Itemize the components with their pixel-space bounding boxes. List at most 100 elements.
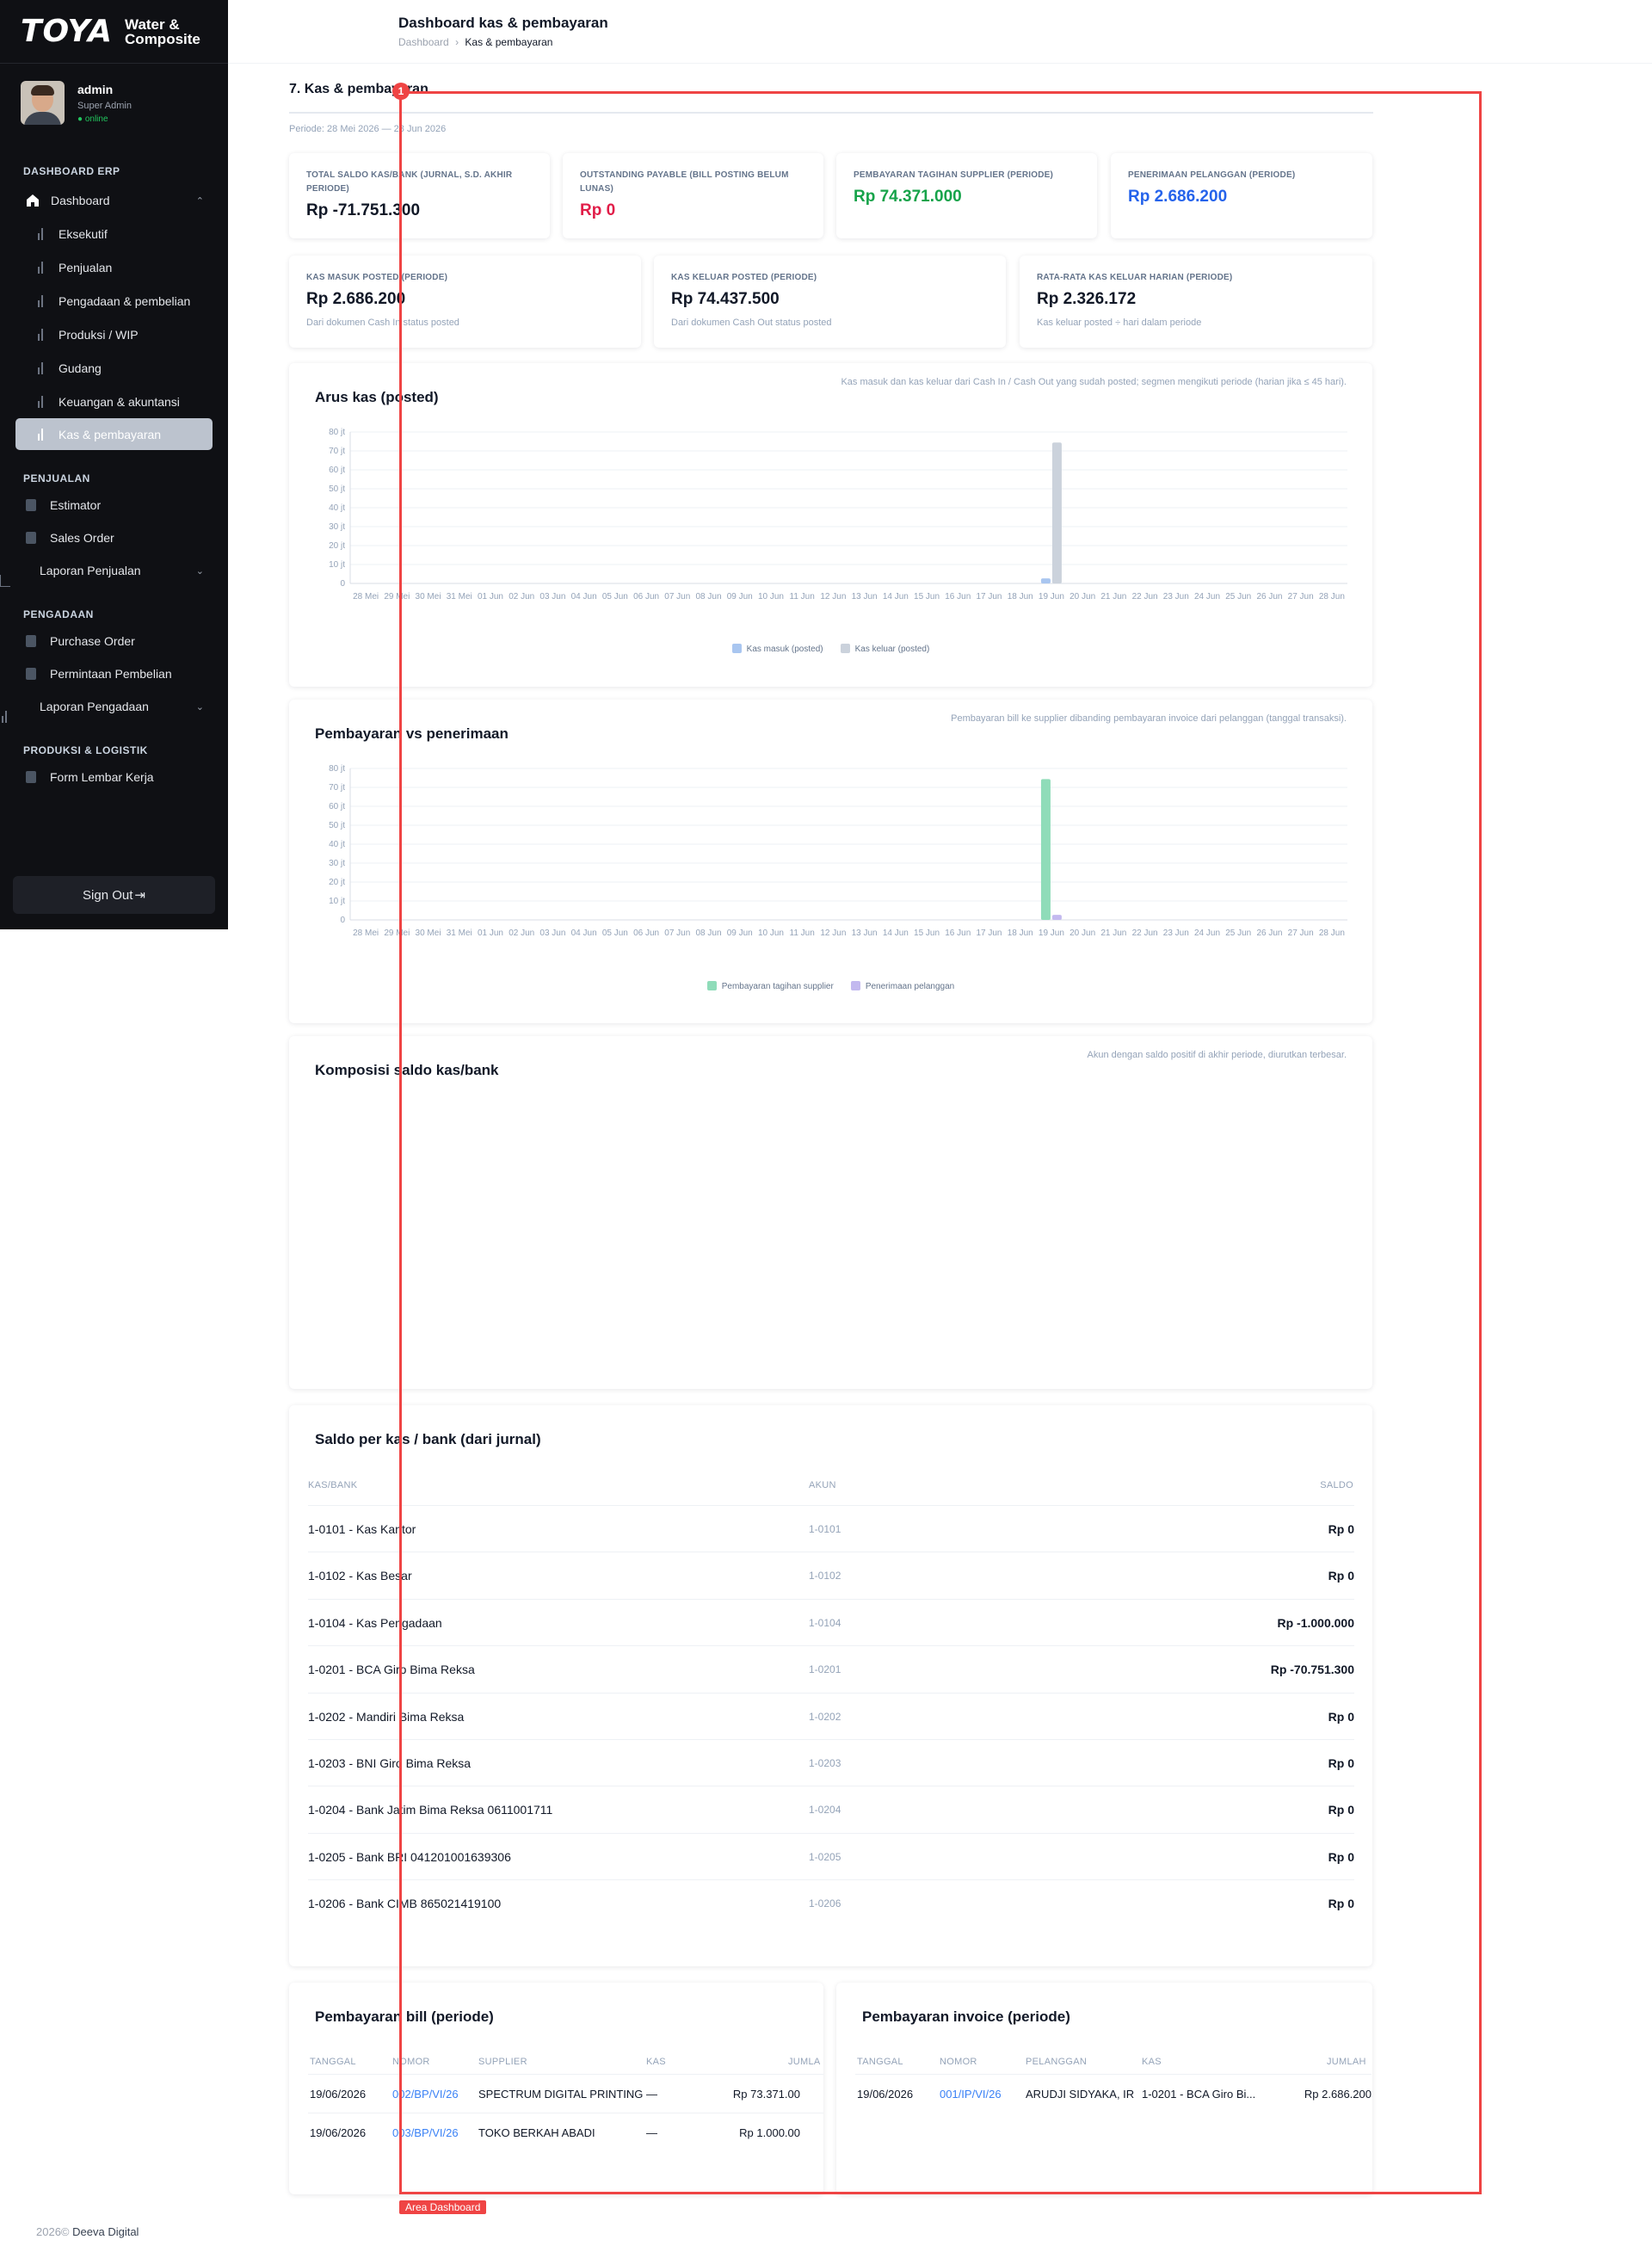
sidebar-item-label: Kas & pembayaran — [59, 427, 162, 441]
table-row[interactable]: 19/06/2026 001/IP/VI/26 ARUDJI SIDYAKA, IR… — [855, 2074, 1372, 2113]
sidebar-item-sales-order[interactable]: Sales Order — [0, 521, 228, 554]
sidebar-item-laporan-penjualan[interactable]: Laporan Penjualan ⌄ — [0, 554, 228, 587]
x-tick-label: 21 Jun — [1100, 929, 1126, 938]
column-header[interactable]: AKUN — [809, 1480, 836, 1490]
column-header[interactable]: NOMOR — [392, 2057, 430, 2067]
sidebar-item-estimator[interactable]: Estimator — [0, 489, 228, 521]
sign-out-icon: ⇥ — [134, 888, 145, 903]
column-header[interactable]: JUMLA — [788, 2057, 821, 2067]
legend-item[interactable]: Kas keluar (posted) — [840, 644, 929, 654]
cell-nomor[interactable]: 003/BP/VI/26 — [392, 2126, 459, 2139]
x-tick-label: 04 Jun — [571, 929, 597, 938]
kpi-card-outstanding-payable: OUTSTANDING PAYABLE (BILL POSTING BELUM … — [563, 153, 823, 238]
cell-tanggal: 19/06/2026 — [857, 2088, 914, 2101]
cell-nomor[interactable]: 001/IP/VI/26 — [940, 2088, 1002, 2101]
cell-nomor[interactable]: 002/BP/VI/26 — [392, 2088, 459, 2101]
x-tick-label: 12 Jun — [820, 929, 846, 938]
footer-company[interactable]: Deeva Digital — [72, 2225, 139, 2238]
cell-akun: 1-0201 — [809, 1663, 841, 1676]
column-header[interactable]: KAS — [1142, 2057, 1162, 2067]
kpi-value: Rp 74.371.000 — [854, 188, 962, 206]
table-row[interactable]: 19/06/2026 003/BP/VI/26 TOKO BERKAH ABADI —… — [308, 2113, 823, 2151]
sidebar-item-dashboard[interactable]: Dashboard ⌃ — [0, 184, 228, 217]
column-header[interactable]: SALDO — [1320, 1480, 1353, 1490]
x-tick-label: 23 Jun — [1163, 929, 1189, 938]
sidebar-item-produksi-wip[interactable]: Produksi / WIP — [0, 318, 228, 351]
y-tick-label: 40 jt — [329, 503, 345, 513]
chart-legend: Kas masuk (posted) Kas keluar (posted) — [289, 644, 1372, 654]
sidebar-item-purchase-order[interactable]: Purchase Order — [0, 625, 228, 657]
sidebar-item-permintaan-pembelian[interactable]: Permintaan Pembelian — [0, 657, 228, 690]
table-row[interactable]: 1-0202 - Mandiri Bima Reksa 1-0202 Rp 0 — [308, 1692, 1354, 1739]
x-tick-label: 04 Jun — [571, 592, 597, 602]
chart-title: Pembayaran vs penerimaan — [315, 725, 509, 742]
legend-item[interactable]: Pembayaran tagihan supplier — [706, 981, 834, 991]
x-tick-label: 06 Jun — [633, 929, 659, 938]
x-tick-label: 24 Jun — [1194, 929, 1220, 938]
column-header[interactable]: TANGGAL — [857, 2057, 903, 2067]
cell-akun: 1-0101 — [809, 1523, 841, 1535]
x-tick-label: 28 Mei — [353, 929, 379, 938]
table-row[interactable]: 1-0102 - Kas Besar 1-0102 Rp 0 — [308, 1552, 1354, 1598]
sidebar-item-penjualan-dashboard[interactable]: Penjualan — [0, 250, 228, 284]
chart-icon — [36, 428, 46, 441]
x-tick-label: 26 Jun — [1256, 929, 1282, 938]
x-tick-label: 13 Jun — [852, 592, 878, 602]
bar-penerimaan-pelanggan — [1051, 915, 1062, 920]
brand[interactable]: TOYA Water & Composite — [0, 0, 228, 64]
breadcrumb-current: Kas & pembayaran — [465, 36, 553, 48]
table-row[interactable]: 1-0205 - Bank BRI 041201001639306 1-0205 R… — [308, 1832, 1354, 1879]
section-title: 7. Kas & pembayaran — [289, 82, 428, 96]
table-row[interactable]: 1-0201 - BCA Giro Bima Reksa 1-0201 Rp -70… — [308, 1645, 1354, 1692]
column-header[interactable]: TANGGAL — [310, 2057, 356, 2067]
cell-saldo: Rp 0 — [1328, 1756, 1354, 1770]
user-profile[interactable]: admin Super Admin ● online — [0, 64, 228, 150]
column-header[interactable]: NOMOR — [940, 2057, 977, 2067]
sidebar-item-laporan-pengadaan[interactable]: Laporan Pengadaan ⌄ — [0, 690, 228, 723]
sidebar-item-form-lembar-kerja[interactable]: Form Lembar Kerja — [0, 761, 228, 793]
sidebar-item-label: Produksi / WIP — [59, 327, 139, 342]
x-tick-label: 26 Jun — [1256, 592, 1282, 602]
kpi-label: KAS KELUAR POSTED (PERIODE) — [671, 273, 817, 282]
column-header[interactable]: KAS — [646, 2057, 666, 2067]
table-row[interactable]: 1-0204 - Bank Jatim Bima Reksa 061100171… — [308, 1786, 1354, 1832]
breadcrumb-root[interactable]: Dashboard — [398, 36, 449, 48]
column-header[interactable]: SUPPLIER — [478, 2057, 527, 2067]
legend-item[interactable]: Penerimaan pelanggan — [850, 981, 954, 991]
sidebar: TOYA Water & Composite admin Super Admin… — [0, 0, 228, 929]
table-row[interactable]: 1-0104 - Kas Pengadaan 1-0104 Rp -1.000.00… — [308, 1598, 1354, 1645]
column-header[interactable]: JUMLAH — [1327, 2057, 1366, 2067]
sign-out-button[interactable]: Sign Out ⇥ — [13, 876, 215, 914]
sidebar-item-kas-pembayaran[interactable]: Kas & pembayaran — [15, 418, 213, 450]
column-header[interactable]: KAS/BANK — [308, 1480, 357, 1490]
legend-item[interactable]: Kas masuk (posted) — [731, 644, 823, 654]
sidebar-item-label: Estimator — [50, 498, 102, 512]
x-tick-label: 10 Jun — [758, 592, 784, 602]
table-row[interactable]: 1-0203 - BNI Giro Bima Reksa 1-0203 Rp 0 — [308, 1739, 1354, 1786]
table-title: Pembayaran invoice (periode) — [862, 2008, 1070, 2025]
x-tick-label: 08 Jun — [696, 592, 722, 602]
cell-jumlah: Rp 2.686.200 — [1304, 2088, 1372, 2101]
x-tick-label: 30 Mei — [416, 592, 441, 602]
periode-text: Periode: 28 Mei 2026 — 28 Jun 2026 — [289, 124, 447, 134]
pembayaran-bill-panel: Pembayaran bill (periode) TANGGAL NOMOR … — [289, 1983, 823, 2194]
table-row[interactable]: 19/06/2026 002/BP/VI/26 SPECTRUM DIGITAL P… — [308, 2074, 823, 2113]
sidebar-item-pengadaan-pembelian[interactable]: Pengadaan & pembelian — [0, 284, 228, 318]
x-tick-label: 03 Jun — [539, 592, 565, 602]
column-header[interactable]: PELANGGAN — [1026, 2057, 1087, 2067]
x-tick-label: 16 Jun — [945, 592, 971, 602]
table-row[interactable]: 1-0101 - Kas Kantor 1-0101 Rp 0 — [308, 1505, 1354, 1552]
page-title: Dashboard kas & pembayaran — [398, 15, 608, 31]
kpi-card-kas-keluar: KAS KELUAR POSTED (PERIODE) Rp 74.437.50… — [654, 256, 1006, 348]
kpi-value: Rp 2.686.200 — [1128, 188, 1228, 206]
cell-tanggal: 19/06/2026 — [310, 2126, 367, 2139]
chart-icon — [36, 294, 46, 307]
x-tick-label: 02 Jun — [509, 592, 534, 602]
table-row[interactable]: 1-0206 - Bank CIMB 865021419100 1-0206 Rp … — [308, 1879, 1354, 1926]
sidebar-item-eksekutif[interactable]: Eksekutif — [0, 217, 228, 250]
sidebar-item-keuangan-akuntansi[interactable]: Keuangan & akuntansi — [0, 385, 228, 418]
y-tick-label: 70 jt — [329, 783, 345, 793]
x-tick-label: 20 Jun — [1069, 592, 1095, 602]
sidebar-item-gudang[interactable]: Gudang — [0, 351, 228, 385]
kpi-label: KAS MASUK POSTED (PERIODE) — [306, 273, 448, 282]
